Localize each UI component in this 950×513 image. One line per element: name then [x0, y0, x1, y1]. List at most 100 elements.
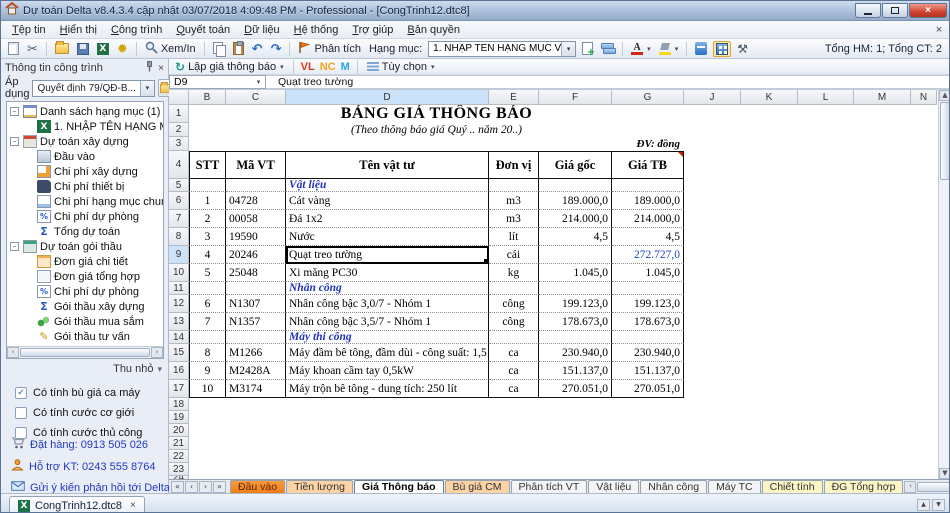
nc-label[interactable]: NC: [320, 61, 336, 73]
first-sheet-icon[interactable]: «: [171, 481, 184, 493]
options-button[interactable]: Tùy chọn ▾: [365, 61, 437, 73]
document-close-icon[interactable]: ×: [130, 500, 136, 511]
row-header-23[interactable]: 23: [169, 463, 189, 476]
scroll-right-icon[interactable]: ›: [151, 347, 163, 358]
sheet-tab-5[interactable]: Vật liệu: [588, 480, 639, 493]
spin-up-icon[interactable]: ▲: [917, 499, 930, 511]
chevron-down-icon[interactable]: ▾: [561, 42, 575, 56]
table-header-3[interactable]: Đơn vị: [489, 151, 539, 179]
code-cell-r7[interactable]: 00058: [226, 210, 286, 228]
stt-cell-r9[interactable]: 4: [189, 246, 226, 264]
document-view-button[interactable]: [693, 42, 709, 55]
empty-cell[interactable]: [189, 282, 226, 295]
empty-cell[interactable]: [226, 331, 286, 344]
empty-cell[interactable]: [489, 282, 539, 295]
row-header-18[interactable]: 18: [169, 398, 189, 411]
column-header-G[interactable]: G: [612, 90, 684, 105]
tree-horizontal-scrollbar[interactable]: ‹ ›: [7, 346, 163, 358]
tree-item-7[interactable]: %Chi phí dự phòng: [7, 209, 163, 224]
row-header-16[interactable]: 16: [169, 362, 189, 380]
code-cell-r6[interactable]: 04728: [226, 192, 286, 210]
row-header-14[interactable]: 14: [169, 331, 189, 344]
column-header-N[interactable]: N: [911, 90, 937, 105]
stt-cell-r13[interactable]: 7: [189, 313, 226, 331]
scroll-up-icon[interactable]: ▲: [939, 90, 950, 101]
name-cell-r16[interactable]: Máy khoan cầm tay 0,5kW: [286, 362, 489, 380]
base-price-cell-r12[interactable]: 199.123,0: [539, 295, 612, 313]
sheet-tab-8[interactable]: Chiết tính: [762, 480, 823, 493]
row-header-9[interactable]: 9: [169, 246, 189, 264]
document-tab[interactable]: X CongTrinh12.dtc8 ×: [9, 496, 145, 513]
name-cell-r17[interactable]: Máy trộn bê tông - dung tích: 250 lít: [286, 380, 489, 398]
tb-price-cell-r16[interactable]: 151.137,0: [612, 362, 684, 380]
empty-cell[interactable]: [612, 282, 684, 295]
export-excel-button[interactable]: X: [95, 43, 111, 55]
scroll-left-icon[interactable]: ‹: [904, 481, 916, 493]
name-cell-r7[interactable]: Đá 1x2: [286, 210, 489, 228]
column-header-E[interactable]: E: [489, 90, 539, 105]
table-header-4[interactable]: Giá gốc: [539, 151, 612, 179]
new-document-button[interactable]: [6, 42, 21, 55]
sheet-tab-4[interactable]: Phân tích VT: [511, 480, 588, 493]
cell-reference-combobox[interactable]: D9 ▾: [169, 75, 266, 89]
unit-cell-r15[interactable]: ca: [489, 344, 539, 362]
tree-item-0[interactable]: –Danh sách hạng mục (1): [7, 104, 163, 119]
code-cell-r16[interactable]: M2428A: [226, 362, 286, 380]
tree-item-8[interactable]: ΣTổng dự toán: [7, 224, 163, 239]
paste-button[interactable]: [231, 42, 246, 55]
empty-cell[interactable]: [189, 179, 226, 192]
cut-button[interactable]: ✂: [25, 42, 40, 55]
scrollbar-thumb[interactable]: [20, 348, 150, 357]
code-cell-r9[interactable]: 20246: [226, 246, 286, 264]
unit-note[interactable]: ĐV: đồng: [189, 137, 684, 151]
run-tools-button[interactable]: ⚒: [735, 43, 750, 55]
tree-item-4[interactable]: Chi phí xây dựng: [7, 164, 163, 179]
close-button[interactable]: ×: [909, 3, 947, 18]
code-cell-r10[interactable]: 25048: [226, 264, 286, 282]
grid-corner[interactable]: [169, 90, 189, 105]
row-header-15[interactable]: 15: [169, 344, 189, 362]
menu-item-0[interactable]: Tệp tin: [5, 23, 53, 37]
unit-cell-r10[interactable]: kg: [489, 264, 539, 282]
column-header-D[interactable]: D: [286, 90, 489, 105]
base-price-cell-r13[interactable]: 178.673,0: [539, 313, 612, 331]
row-header-7[interactable]: 7: [169, 210, 189, 228]
undo-button[interactable]: ↶: [250, 42, 265, 55]
checkbox[interactable]: [15, 407, 27, 419]
tb-price-cell-r6[interactable]: 189.000,0: [612, 192, 684, 210]
stt-cell-r8[interactable]: 3: [189, 228, 226, 246]
stt-cell-r16[interactable]: 9: [189, 362, 226, 380]
tree-item-9[interactable]: –Dự toán gói thầu: [7, 239, 163, 254]
chevron-down-icon[interactable]: ▾: [252, 78, 265, 86]
column-header-L[interactable]: L: [798, 90, 854, 105]
next-sheet-icon[interactable]: ›: [199, 481, 212, 493]
minimize-button[interactable]: [855, 3, 881, 18]
item-combobox[interactable]: 1. NHẬP TÊN HẠNG MỤC VÀ... ▾: [428, 41, 576, 57]
unit-cell-r9[interactable]: cái: [489, 246, 539, 264]
sheet-title[interactable]: BẢNG GIÁ THÔNG BÁO: [189, 105, 684, 123]
code-cell-r13[interactable]: N1357: [226, 313, 286, 331]
stt-cell-r10[interactable]: 5: [189, 264, 226, 282]
apply-combobox[interactable]: Quyết định 79/QĐ-B... ▾: [32, 80, 154, 97]
sheet-tab-7[interactable]: Máy TC: [708, 480, 761, 493]
tb-price-cell-r15[interactable]: 230.940,0: [612, 344, 684, 362]
save-button[interactable]: [75, 43, 91, 55]
tb-price-cell-r9[interactable]: 272.727,0: [612, 246, 684, 264]
empty-cell[interactable]: [489, 331, 539, 344]
column-header-M[interactable]: M: [854, 90, 911, 105]
prev-sheet-icon[interactable]: ‹: [185, 481, 198, 493]
copy-button[interactable]: [211, 42, 227, 55]
add-item-button[interactable]: [580, 42, 595, 55]
section-cell[interactable]: Máy thi công: [286, 331, 489, 344]
tree-item-13[interactable]: ΣGói thầu xây dựng: [7, 299, 163, 314]
vertical-scrollbar[interactable]: ▲ ▼: [938, 90, 950, 479]
stt-cell-r17[interactable]: 10: [189, 380, 226, 398]
base-price-cell-r17[interactable]: 270.051,0: [539, 380, 612, 398]
column-header-K[interactable]: K: [741, 90, 798, 105]
sheet-tab-3[interactable]: Bù giá CM: [445, 480, 510, 493]
make-price-button[interactable]: ↻ Lập giá thông báo ▾: [173, 61, 286, 73]
tree-item-10[interactable]: Đơn giá chi tiết: [7, 254, 163, 269]
row-header-13[interactable]: 13: [169, 313, 189, 331]
calculator-button-active[interactable]: [713, 41, 731, 57]
chevron-down-icon[interactable]: ▾: [140, 81, 154, 96]
